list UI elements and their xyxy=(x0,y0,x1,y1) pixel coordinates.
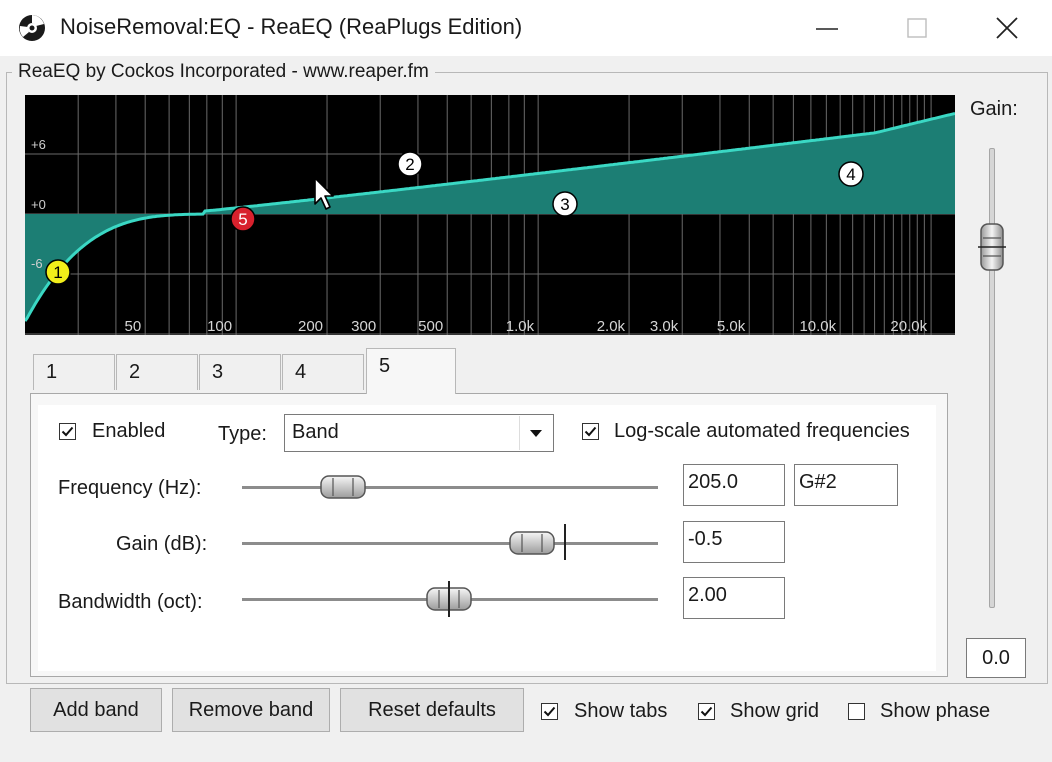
tab-band-1[interactable]: 1 xyxy=(33,354,115,390)
close-button[interactable] xyxy=(962,0,1052,56)
gain-db-slider-track[interactable] xyxy=(242,542,658,545)
frequency-tick-label: 100 xyxy=(207,318,232,335)
tab-band-4[interactable]: 4 xyxy=(282,354,364,390)
master-gain-slider-thumb[interactable] xyxy=(978,222,1006,272)
checkmark-icon xyxy=(543,706,556,717)
db-label: +0 xyxy=(31,197,46,212)
eq-graph[interactable]: +6 +0 -6 50 100 200 300 500 1.0k 2.0k 3.0k 5.0k 1… xyxy=(25,95,955,335)
type-label: Type: xyxy=(218,423,267,445)
minimize-icon xyxy=(816,28,838,30)
bandwidth-default-tick xyxy=(448,581,450,617)
band-node-1[interactable]: 1 xyxy=(45,259,71,285)
enabled-checkbox[interactable] xyxy=(59,423,76,440)
show-phase-label: Show phase xyxy=(880,700,991,722)
bandwidth-label: Bandwidth (oct): xyxy=(58,591,203,613)
band-node-label: 3 xyxy=(560,195,569,214)
band-node-label: 1 xyxy=(53,263,62,282)
band-node-3[interactable]: 3 xyxy=(552,191,578,217)
band-node-4[interactable]: 4 xyxy=(838,161,864,187)
type-select-value: Band xyxy=(292,421,339,443)
frequency-tick-label: 20.0k xyxy=(890,318,927,335)
maximize-icon xyxy=(907,18,927,38)
frequency-tick-label: 10.0k xyxy=(799,318,836,335)
frequency-axis-labels: 50 100 200 300 500 1.0k 2.0k 3.0k 5.0k 10.0k 20.0k xyxy=(125,318,928,335)
add-band-button[interactable]: Add band xyxy=(30,688,162,732)
checkmark-icon xyxy=(584,426,597,437)
frequency-gridlines xyxy=(77,95,932,335)
frequency-tick-label: 300 xyxy=(351,318,376,335)
tab-band-5[interactable]: 5 xyxy=(366,348,456,394)
checkmark-icon xyxy=(61,426,74,437)
master-gain-label: Gain: xyxy=(970,98,1018,120)
frequency-tick-label: 1.0k xyxy=(506,318,535,335)
logscale-label: Log-scale automated frequencies xyxy=(614,420,910,442)
show-grid-label: Show grid xyxy=(730,700,819,722)
reaper-app-icon xyxy=(19,15,45,41)
type-dropdown-arrow[interactable] xyxy=(519,416,552,450)
frequency-tick-label: 50 xyxy=(125,318,142,335)
gain-db-slider-thumb[interactable] xyxy=(508,529,556,557)
enabled-label: Enabled xyxy=(92,420,166,442)
close-icon xyxy=(996,17,1018,39)
show-tabs-checkbox[interactable] xyxy=(541,703,558,720)
gain-db-input[interactable]: -0.5 xyxy=(683,521,785,563)
show-phase-checkbox[interactable] xyxy=(848,703,865,720)
master-gain-value[interactable]: 0.0 xyxy=(966,638,1026,678)
maximize-button[interactable] xyxy=(872,0,962,56)
tab-band-3[interactable]: 3 xyxy=(199,354,281,390)
gain-db-label: Gain (dB): xyxy=(116,533,208,555)
plugin-group-label: ReaEQ by Cockos Incorporated - www.reape… xyxy=(12,61,435,83)
checkmark-icon xyxy=(700,706,713,717)
db-label: +6 xyxy=(31,137,46,152)
db-label: -6 xyxy=(31,256,43,271)
band-node-5[interactable]: 5 xyxy=(230,206,256,232)
eq-response-fill xyxy=(25,113,955,322)
band-node-2[interactable]: 2 xyxy=(397,151,423,177)
remove-band-button[interactable]: Remove band xyxy=(172,688,330,732)
title-bar: NoiseRemoval:EQ - ReaEQ (ReaPlugs Editio… xyxy=(0,0,1052,56)
window-title: NoiseRemoval:EQ - ReaEQ (ReaPlugs Editio… xyxy=(60,14,523,39)
frequency-input[interactable]: 205.0 xyxy=(683,464,785,506)
bandwidth-input[interactable]: 2.00 xyxy=(683,577,785,619)
band-node-label: 2 xyxy=(405,155,414,174)
window-bottom-edge xyxy=(0,740,1052,762)
reset-defaults-button[interactable]: Reset defaults xyxy=(340,688,524,732)
minimize-button[interactable] xyxy=(782,0,872,56)
band-node-label: 5 xyxy=(238,210,247,229)
master-gain-slider-track[interactable] xyxy=(989,148,995,608)
band-node-label: 4 xyxy=(846,165,855,184)
show-grid-checkbox[interactable] xyxy=(698,703,715,720)
frequency-tick-label: 5.0k xyxy=(717,318,746,335)
eq-graph-canvas[interactable]: +6 +0 -6 50 100 200 300 500 1.0k 2.0k 3.0k 5.0k 1… xyxy=(25,95,955,335)
frequency-tick-label: 200 xyxy=(298,318,323,335)
note-input[interactable]: G#2 xyxy=(794,464,898,506)
frequency-slider-track[interactable] xyxy=(242,486,658,489)
frequency-tick-label: 500 xyxy=(418,318,443,335)
frequency-tick-label: 2.0k xyxy=(597,318,626,335)
frequency-label: Frequency (Hz): xyxy=(58,477,202,499)
type-select[interactable]: Band xyxy=(284,414,554,452)
frequency-tick-label: 3.0k xyxy=(650,318,679,335)
mouse-pointer-icon xyxy=(314,177,334,210)
show-tabs-label: Show tabs xyxy=(574,700,668,722)
tab-band-2[interactable]: 2 xyxy=(116,354,198,390)
frequency-slider-thumb[interactable] xyxy=(319,473,367,501)
gain-default-tick xyxy=(564,524,566,560)
logscale-checkbox[interactable] xyxy=(582,423,599,440)
chevron-down-icon xyxy=(530,430,542,437)
